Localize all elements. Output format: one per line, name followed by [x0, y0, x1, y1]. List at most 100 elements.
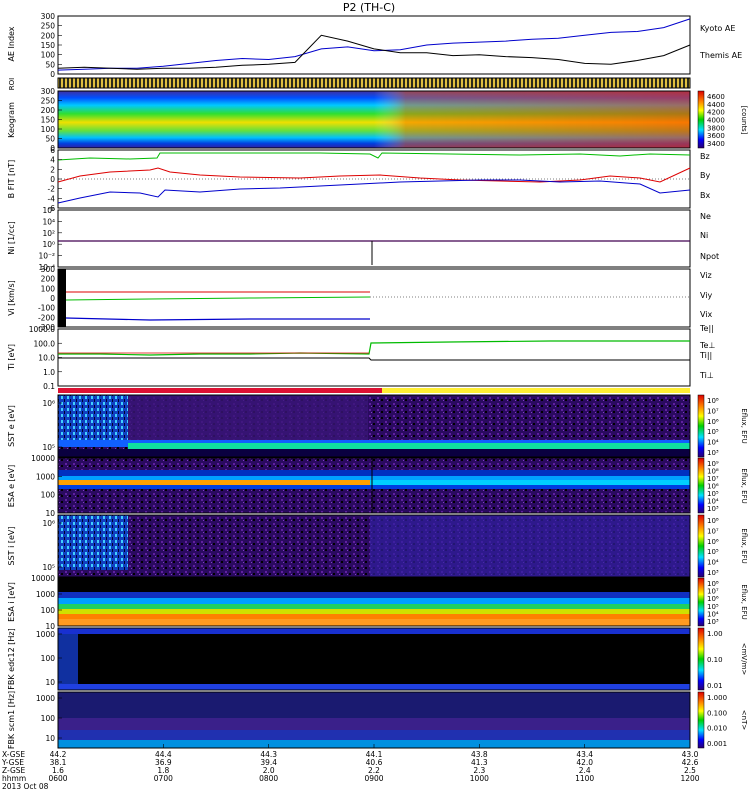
ytick-label: 10000 [31, 574, 55, 583]
legend-te-par: Te|| [699, 324, 714, 333]
legend-by: By [700, 171, 710, 180]
colorbar-tick-label: 4600 [707, 93, 725, 101]
time-axis: X-GSEY-GSEZ-GSEhhmm2013 Oct 08 44.238.11… [1, 744, 700, 791]
esa-i-colorbar-label: Eflux, EFU [740, 584, 748, 619]
fbk-b-colorbar-label: <nT> [740, 710, 748, 731]
ae-index-panel: 300250200150100500 AE Index Kyoto AE The… [7, 12, 742, 79]
legend-bx: Bx [700, 191, 710, 200]
ytick-label: 0 [50, 70, 55, 79]
colorbar-tick-label: 10⁶ [707, 538, 719, 546]
ytick-label: 50 [45, 135, 55, 144]
fbk-e-colorbar [697, 627, 705, 691]
temperature-panel: Ti [eV] 1000.0 100.0 10.0 1.0 0.1 Te⊥ Ti|| T… [7, 325, 715, 391]
ae-ylabel: AE Index [7, 26, 16, 61]
summary-plot: P2 (TH-C) 300250200150100500 AE Index Ky… [1, 1, 748, 791]
ytick-label: -100 [38, 304, 55, 313]
sst-i-colorbar-label: Eflux, EFU [740, 528, 748, 563]
legend-viz: Viz [700, 271, 712, 280]
velocity-ylabel: Vi [km/s] [7, 280, 16, 316]
sst-e-colorbar [697, 394, 705, 458]
ytick-label: 10² [42, 229, 55, 238]
colorbar-tick-label: 0.010 [707, 725, 727, 733]
legend-ti-perp: Ti⊥ [699, 371, 714, 380]
colorbar-tick-label: 10⁸ [707, 397, 719, 405]
colorbar-tick-label: 10⁵ [707, 428, 719, 436]
colorbar-tick-label: 10⁸ [707, 517, 719, 525]
xaxis-value: 0800 [259, 774, 278, 783]
colorbar-tick-label: 0.10 [707, 656, 723, 664]
ytick-label: 1000 [36, 472, 55, 481]
ytick-label: 0.1 [43, 382, 55, 391]
legend-te-perp: Te⊥ [699, 341, 715, 350]
keogram-colorbar-label: [counts] [740, 106, 748, 135]
colorbar-tick-label: 10⁴ [707, 439, 719, 447]
fbk-b-panel: FBK scm1 [Hz] 1000 100 10 1.000 0.100 0.010 0… [7, 691, 748, 749]
velocity-panel: Vi [km/s] 3002001000-100-200-300 Viz Viy… [7, 265, 714, 333]
xaxis-value: 1100 [575, 774, 594, 783]
legend-bz: Bz [700, 152, 710, 161]
ytick-label: 1000 [36, 590, 55, 599]
fbk-e-ylabel: FBK edc12 [Hz] [7, 628, 16, 689]
ytick-label: 250 [41, 97, 56, 106]
xaxis-value: 0700 [154, 774, 173, 783]
esa-e-panel: ESA e [eV] 10000100010010 10⁹10⁸10⁷10⁶10… [7, 454, 748, 518]
colorbar-tick-label: 0.100 [707, 709, 727, 717]
legend-ti-par: Ti|| [699, 351, 712, 360]
fbk-e-colorbar-label: <mV/m> [740, 643, 748, 676]
roi-panel: ROI [8, 77, 691, 90]
colorbar-tick-label: 10³ [707, 569, 719, 577]
ytick-label: 100 [41, 606, 56, 615]
ytick-label: 4 [50, 156, 55, 165]
legend-npot: Npot [700, 252, 719, 261]
fbk-b-ylabel: FBK scm1 [Hz] [7, 691, 16, 749]
ytick-label: 100 [41, 491, 56, 500]
ae-frame [57, 15, 691, 75]
ytick-label: 250 [41, 22, 56, 31]
ytick-label: 1000 [36, 630, 55, 639]
ytick-label: 0 [50, 294, 55, 303]
xaxis-value: 1000 [470, 774, 489, 783]
xaxis-value: 0900 [364, 774, 383, 783]
colorbar-tick-label: 3400 [707, 140, 725, 148]
legend-themis-ae: Themis AE [699, 51, 742, 60]
keogram-panel: Keogram 300250200150100500 4600440042004… [7, 87, 748, 153]
ytick-label: 300 [41, 87, 56, 96]
ytick-label: 10000 [31, 454, 55, 463]
density-ylabel: Ni [1/cc] [7, 221, 16, 255]
ytick-label: 10⁶ [42, 206, 55, 215]
ytick-label: 1000 [36, 694, 55, 703]
colorbar-tick-label: 10³ [707, 618, 719, 626]
ytick-label: 100 [41, 714, 56, 723]
ytick-label: 10⁵ [42, 563, 55, 572]
colorbar-tick-label: 10⁷ [707, 527, 719, 535]
mode-bar-slow [58, 388, 382, 393]
xaxis-row-label: 2013 Oct 08 [2, 782, 49, 791]
ytick-label: 10⁶ [42, 519, 55, 528]
colorbar-tick-label: 10⁵ [707, 548, 719, 556]
sst-i-colorbar [697, 514, 705, 578]
ytick-label: -4 [48, 194, 56, 203]
ytick-label: 10⁶ [42, 399, 55, 408]
plot-title: P2 (TH-C) [343, 1, 395, 14]
ytick-label: 2 [50, 165, 55, 174]
density-panel: Ni [1/cc] 10⁶10⁴10²10⁰10⁻²10⁻⁴ Ne Ni Npo… [7, 206, 719, 272]
esa-e-colorbar-label: Eflux, EFU [740, 468, 748, 503]
esa-i-colorbar [697, 577, 705, 627]
legend-ni: Ni [700, 231, 708, 240]
ytick-label: 300 [41, 12, 56, 21]
mode-bar-fast [382, 388, 690, 393]
ytick-label: 1000.0 [29, 325, 55, 334]
colorbar-tick-label: 4400 [707, 101, 725, 109]
colorbar-tick-label: 10³ [707, 449, 719, 457]
ytick-label: 100 [41, 654, 56, 663]
colorbar-tick-label: 10⁶ [707, 418, 719, 426]
xaxis-value: 0600 [48, 774, 67, 783]
ytick-label: 0 [50, 175, 55, 184]
bfield-panel: B FIT [nT] 6420-2-4-6 Bz By Bx [7, 146, 710, 213]
colorbar-tick-label: 3800 [707, 124, 725, 132]
ytick-label: 1.0 [43, 368, 55, 377]
ytick-label: 6 [50, 146, 55, 155]
ytick-label: 10 [45, 734, 55, 743]
ytick-label: 10⁰ [42, 240, 55, 249]
xaxis-value: 1200 [680, 774, 699, 783]
